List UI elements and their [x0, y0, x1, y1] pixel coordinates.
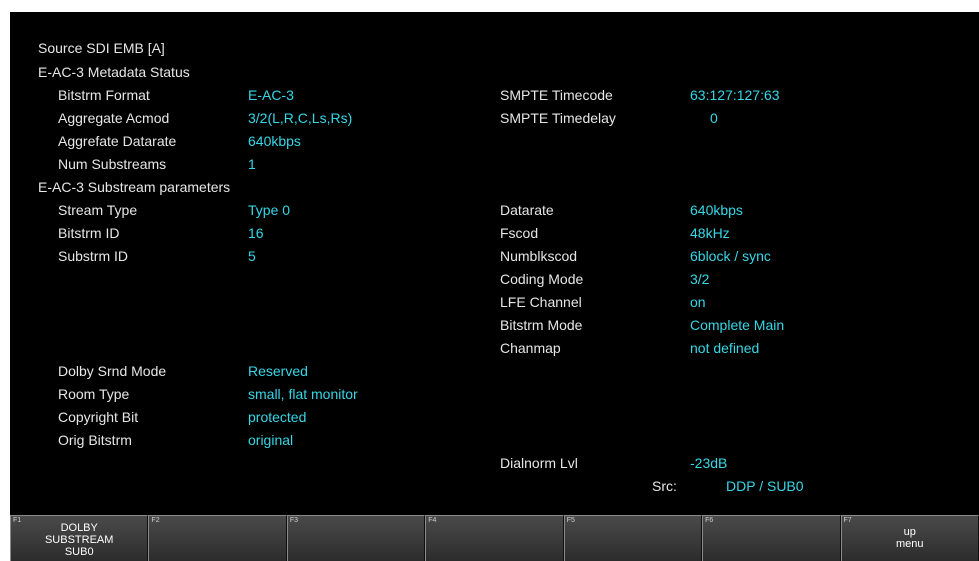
room-type-label: Room Type: [58, 386, 130, 402]
numblkscod-value: 6block / sync: [690, 248, 771, 264]
f3-key-number: F3: [289, 517, 299, 524]
f5-key-number: F5: [566, 517, 575, 524]
fscod-value: 48kHz: [690, 225, 730, 241]
function-key-bar: F1 DOLBY SUBSTREAM SUB0 F2 F3 F4 F5 F6 F…: [10, 515, 979, 561]
chanmap-value: not defined: [690, 340, 760, 356]
f4-key-number: F4: [428, 517, 437, 524]
bitstrm-format-value: E-AC-3: [248, 87, 294, 103]
stream-type-label: Stream Type: [58, 202, 138, 218]
status-screen: Source SDI EMB [A] E-AC-3 Metadata Statu…: [10, 12, 979, 561]
f4-button[interactable]: F4: [425, 515, 564, 561]
smpte-timecode-label: SMPTE Timecode: [500, 87, 613, 103]
f2-button[interactable]: F2: [148, 515, 287, 561]
num-substreams-value: 1: [248, 156, 256, 172]
dolby-srnd-mode-label: Dolby Srnd Mode: [58, 363, 167, 379]
aggregate-acmod-label: Aggregate Acmod: [58, 110, 170, 126]
lfe-channel-label: LFE Channel: [500, 294, 582, 310]
lfe-channel-value: on: [690, 294, 706, 310]
num-substreams-label: Num Substreams: [58, 156, 167, 172]
f3-button[interactable]: F3: [286, 515, 426, 561]
stream-type-value: Type 0: [248, 202, 291, 218]
smpte-timedelay-label: SMPTE Timedelay: [500, 110, 616, 126]
aggregate-datarate-value: 640kbps: [248, 133, 301, 149]
f1-key-label: DOLBY SUBSTREAM SUB0: [44, 522, 114, 558]
aggregate-datarate-label: Aggrefate Datarate: [58, 133, 177, 149]
source-title: Source SDI EMB [A]: [38, 40, 165, 56]
f1-dolby-substream-button[interactable]: F1 DOLBY SUBSTREAM SUB0: [10, 515, 149, 561]
copyright-bit-value: protected: [248, 409, 307, 425]
substrm-id-label: Substrm ID: [58, 248, 129, 264]
coding-mode-label: Coding Mode: [500, 271, 584, 287]
room-type-value: small, flat monitor: [248, 386, 358, 402]
smpte-timedelay-value: 0: [710, 110, 718, 126]
bitstrm-format-label: Bitstrm Format: [58, 87, 150, 103]
bitstrm-id-value: 16: [248, 225, 264, 241]
section-metadata-title: E-AC-3 Metadata Status: [38, 64, 190, 80]
src-value: DDP / SUB0: [726, 478, 804, 494]
f7-up-menu-button[interactable]: F7 up menu: [840, 515, 979, 561]
aggregate-acmod-value: 3/2(L,R,C,Ls,Rs): [248, 110, 353, 126]
bitstrm-id-label: Bitstrm ID: [58, 225, 120, 241]
f7-key-label: up menu: [895, 526, 924, 550]
dolby-srnd-mode-value: Reserved: [248, 363, 308, 379]
f7-key-number: F7: [843, 517, 852, 524]
bitstrm-mode-value: Complete Main: [690, 317, 785, 333]
dialnorm-lvl-label: Dialnorm Lvl: [500, 455, 578, 471]
fscod-label: Fscod: [500, 225, 539, 241]
numblkscod-label: Numblkscod: [500, 248, 578, 264]
dialnorm-lvl-value: -23dB: [690, 455, 728, 471]
f6-key-number: F6: [705, 517, 714, 524]
section-substream-title: E-AC-3 Substream parameters: [38, 179, 231, 195]
chanmap-label: Chanmap: [500, 340, 561, 356]
copyright-bit-label: Copyright Bit: [58, 409, 139, 425]
bitstrm-mode-label: Bitstrm Mode: [500, 317, 583, 333]
f5-button[interactable]: F5: [563, 515, 703, 561]
datarate-value: 640kbps: [690, 202, 743, 218]
src-label: Src:: [652, 478, 677, 494]
substrm-id-value: 5: [248, 248, 256, 264]
orig-bitstrm-value: original: [248, 432, 294, 448]
datarate-label: Datarate: [500, 202, 554, 218]
orig-bitstrm-label: Orig Bitstrm: [58, 432, 132, 448]
f6-button[interactable]: F6: [702, 515, 841, 561]
smpte-timecode-value: 63:127:127:63: [690, 87, 780, 103]
coding-mode-value: 3/2: [690, 271, 710, 287]
f2-key-number: F2: [151, 517, 160, 524]
